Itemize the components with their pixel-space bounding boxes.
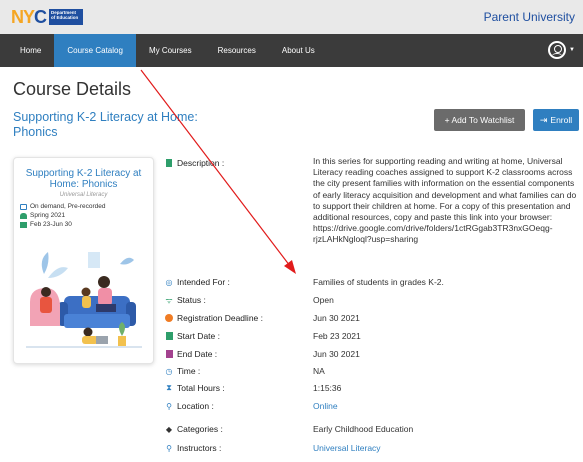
annotation-arrow — [140, 69, 296, 274]
